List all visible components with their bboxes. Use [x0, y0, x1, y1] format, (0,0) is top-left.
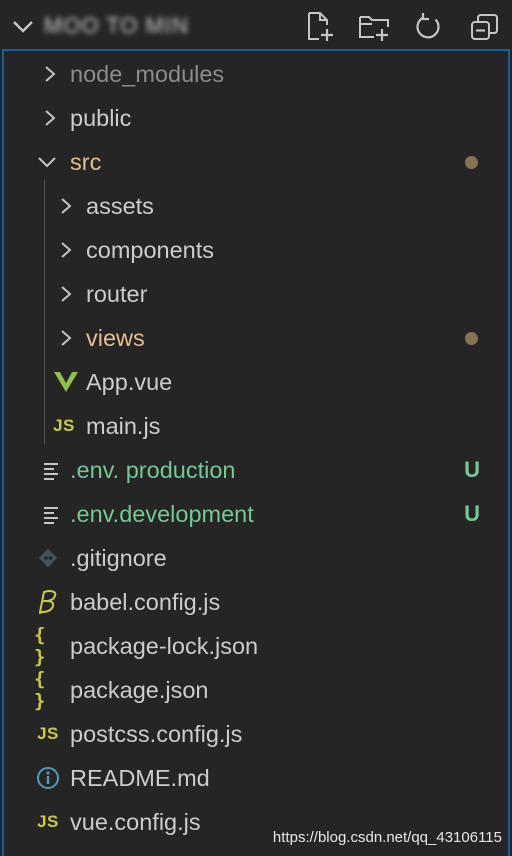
chevron-right-icon [45, 110, 56, 126]
tree-item-app-vue[interactable]: App.vue [4, 360, 508, 404]
chevron-right-icon [61, 330, 72, 346]
tree-item-label: App.vue [86, 369, 173, 395]
babel-icon [34, 589, 62, 615]
tree-item-label: node_modules [70, 61, 225, 87]
chevron-down-icon [38, 157, 56, 168]
tree-item-env-production[interactable]: .env. production U [4, 448, 508, 492]
js-icon: JS [37, 812, 59, 831]
tree-item-gitignore[interactable]: .gitignore [4, 536, 508, 580]
tree-item-label: babel.config.js [70, 589, 221, 615]
tree-item-label: components [86, 237, 215, 263]
chevron-right-icon [61, 242, 72, 258]
explorer-header: MOO TO MIN [0, 0, 512, 52]
tree-item-readme[interactable]: README.md [4, 756, 508, 800]
refresh-icon[interactable] [412, 10, 446, 44]
tree-item-components[interactable]: components [4, 228, 508, 272]
tree-item-node-modules[interactable]: node_modules [4, 52, 508, 96]
chevron-right-icon [45, 66, 56, 82]
tree-item-label: src [70, 149, 102, 175]
modified-indicator [465, 332, 478, 345]
json-icon: { } [34, 668, 46, 712]
git-icon [34, 545, 62, 571]
chevron-right-icon [61, 198, 72, 214]
tree-item-router[interactable]: router [4, 272, 508, 316]
tree-item-label: .env.development [70, 501, 254, 527]
tree-item-label: vue.config.js [70, 809, 201, 835]
tree-item-label: package.json [70, 677, 209, 703]
tree-item-label: views [86, 325, 145, 351]
chevron-right-icon [61, 286, 72, 302]
tree-item-main-js[interactable]: JS main.js [4, 404, 508, 448]
json-icon: { } [34, 624, 46, 668]
modified-indicator [465, 156, 478, 169]
tree-item-assets[interactable]: assets [4, 184, 508, 228]
tree-item-src[interactable]: src [4, 140, 508, 184]
lines-icon [37, 457, 65, 483]
tree-item-label: router [86, 281, 148, 307]
untracked-badge: U [464, 457, 480, 482]
watermark: https://blog.csdn.net/qq_43106115 [272, 829, 502, 846]
collapse-all-icon[interactable] [468, 10, 502, 44]
js-icon: JS [53, 416, 75, 435]
project-name[interactable]: MOO TO MIN [44, 13, 189, 39]
tree-item-package-json[interactable]: { } package.json [4, 668, 508, 712]
tree-item-views[interactable]: views [4, 316, 508, 360]
file-tree: node_modules public src assets component… [2, 49, 510, 856]
chevron-down-icon[interactable] [12, 18, 34, 34]
info-icon [34, 765, 62, 791]
tree-item-package-lock-json[interactable]: { } package-lock.json [4, 624, 508, 668]
lines-icon [37, 501, 65, 527]
tree-item-label: .gitignore [70, 545, 167, 571]
tree-item-babel-config[interactable]: babel.config.js [4, 580, 508, 624]
tree-item-label: postcss.config.js [70, 721, 243, 747]
tree-item-label: .env. production [70, 457, 236, 483]
tree-item-postcss-config[interactable]: JS postcss.config.js [4, 712, 508, 756]
tree-item-label: package-lock.json [70, 633, 259, 659]
tree-item-label: README.md [70, 765, 210, 791]
tree-item-label: main.js [86, 413, 161, 439]
tree-item-label: public [70, 105, 132, 131]
vue-icon [52, 369, 80, 395]
js-icon: JS [37, 724, 59, 743]
tree-item-public[interactable]: public [4, 96, 508, 140]
untracked-badge: U [464, 501, 480, 526]
new-file-icon[interactable] [302, 10, 336, 44]
tree-item-label: assets [86, 193, 154, 219]
new-folder-icon[interactable] [357, 10, 391, 44]
tree-item-env-development[interactable]: .env.development U [4, 492, 508, 536]
